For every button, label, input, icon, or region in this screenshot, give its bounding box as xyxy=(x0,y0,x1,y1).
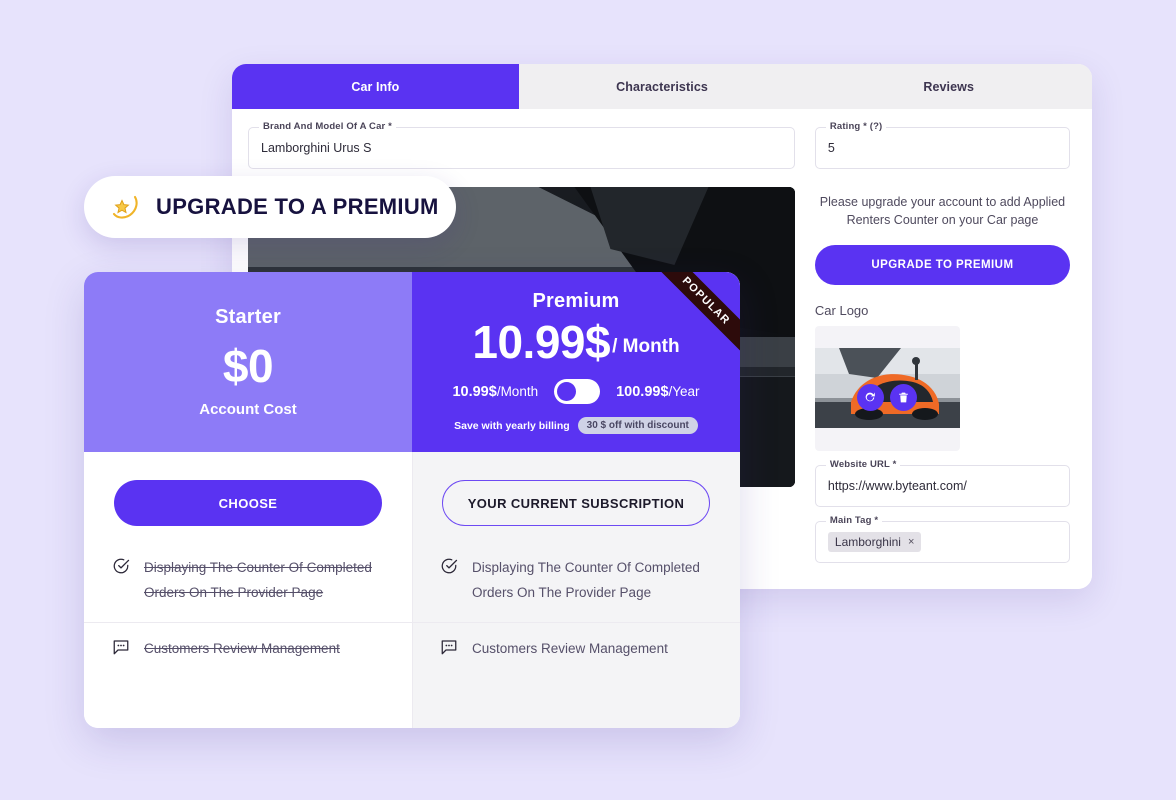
main-tag-field[interactable]: Main Tag * Lamborghini × xyxy=(814,515,1070,564)
yearly-amount: 100.99$ xyxy=(616,383,669,400)
plan-premium-price: 10.99$ xyxy=(472,316,611,368)
plan-premium-header: POPULAR Premium 10.99$ / Month 10.99$/Mo… xyxy=(412,272,740,452)
monthly-price-label: 10.99$/Month xyxy=(452,384,538,400)
chat-bubble-icon xyxy=(112,638,130,656)
refresh-icon xyxy=(866,392,876,402)
toggle-knob xyxy=(557,382,577,401)
current-subscription-button[interactable]: YOUR CURRENT SUBSCRIPTION xyxy=(442,480,710,526)
save-row: Save with yearly billing 30 $ off with d… xyxy=(454,417,698,434)
feature-row: Displaying The Counter Of Completed Orde… xyxy=(412,550,740,622)
tab-reviews-label: Reviews xyxy=(923,79,975,94)
plan-premium-name: Premium xyxy=(532,290,620,312)
feature-label: Displaying The Counter Of Completed Orde… xyxy=(144,560,372,600)
rating-value: 5 xyxy=(827,141,835,155)
check-circle-icon xyxy=(440,557,458,575)
rating-label: Rating * (?) xyxy=(825,121,887,132)
plan-premium-price-period: / Month xyxy=(612,336,680,357)
plan-starter-cta-wrap: CHOOSE xyxy=(84,452,412,526)
tab-car-info-label: Car Info xyxy=(351,79,400,94)
car-logo-thumbnail xyxy=(814,326,960,452)
check-circle-icon xyxy=(112,557,130,575)
feature-label: Customers Review Management xyxy=(144,640,340,656)
yearly-price-label: 100.99$/Year xyxy=(616,384,699,400)
save-text: Save with yearly billing xyxy=(454,419,570,432)
main-tag-chip[interactable]: Lamborghini × xyxy=(827,532,922,553)
car-logo-label: Car Logo xyxy=(814,303,869,319)
delete-logo-button[interactable] xyxy=(890,384,918,412)
billing-period-toggle[interactable] xyxy=(554,379,601,404)
feature-row: Displaying The Counter Of Completed Orde… xyxy=(84,550,412,622)
plan-premium-cta-wrap: YOUR CURRENT SUBSCRIPTION xyxy=(412,452,740,526)
plan-card-premium: POPULAR Premium 10.99$ / Month 10.99$/Mo… xyxy=(412,272,740,728)
refresh-logo-button[interactable] xyxy=(857,384,885,412)
plan-starter-price: $0 xyxy=(222,340,274,392)
feature-label: Displaying The Counter Of Completed Orde… xyxy=(472,560,700,600)
tab-car-info[interactable]: Car Info xyxy=(232,64,519,109)
plan-starter-header: Starter $0 Account Cost xyxy=(84,272,412,452)
plan-divider xyxy=(412,452,413,728)
rating-field[interactable]: Rating * (?) 5 xyxy=(814,121,1070,169)
brand-model-field[interactable]: Brand And Model Of A Car * Lamborghini U… xyxy=(248,121,795,169)
feature-row: Customers Review Management xyxy=(84,621,412,678)
main-tag-remove-icon[interactable]: × xyxy=(908,536,914,548)
tab-characteristics-label: Characteristics xyxy=(616,79,708,94)
choose-button[interactable]: CHOOSE xyxy=(114,480,382,526)
chat-bubble-icon xyxy=(440,638,458,656)
yearly-unit: /Year xyxy=(668,383,700,399)
monthly-amount: 10.99$ xyxy=(452,383,497,400)
brand-model-value: Lamborghini Urus S xyxy=(261,141,372,155)
shooting-star-icon xyxy=(112,195,138,219)
main-tag-chip-label: Lamborghini xyxy=(834,535,901,550)
main-tag-label: Main Tag * xyxy=(825,515,883,527)
upgrade-to-premium-button[interactable]: UPGRADE TO PREMIUM xyxy=(814,245,1070,286)
tab-characteristics[interactable]: Characteristics xyxy=(518,64,806,109)
discount-badge: 30 $ off with discount xyxy=(577,417,698,434)
plan-starter-features: Displaying The Counter Of Completed Orde… xyxy=(84,550,412,678)
plan-card-starter: Starter $0 Account Cost CHOOSE Displayin… xyxy=(84,272,412,728)
upgrade-to-a-premium-banner[interactable]: UPGRADE TO A PREMIUM xyxy=(84,176,456,238)
plan-premium-price-row: 10.99$ / Month xyxy=(472,319,679,365)
tab-reviews[interactable]: Reviews xyxy=(805,64,1092,109)
upgrade-note: Please upgrade your account to add Appli… xyxy=(819,195,1066,228)
plan-starter-price-caption: Account Cost xyxy=(199,401,297,418)
car-logo-actions xyxy=(857,384,918,412)
plan-starter-name: Starter xyxy=(215,306,281,328)
plan-premium-features: Displaying The Counter Of Completed Orde… xyxy=(412,550,740,678)
feature-label: Customers Review Management xyxy=(472,640,668,656)
trash-icon xyxy=(899,392,909,403)
website-url-value: https://www.byteant.com/ xyxy=(827,479,967,494)
feature-row: Customers Review Management xyxy=(412,621,740,678)
page-background: Car Info Characteristics Reviews Brand A… xyxy=(0,0,1176,800)
tab-strip: Car Info Characteristics Reviews xyxy=(232,64,1092,109)
brand-model-label: Brand And Model Of A Car * xyxy=(259,121,396,132)
upgrade-banner-label: UPGRADE TO A PREMIUM xyxy=(156,194,439,219)
billing-toggle-row: 10.99$/Month 100.99$/Year xyxy=(452,379,700,404)
website-url-field[interactable]: Website URL * https://www.byteant.com/ xyxy=(814,459,1070,508)
website-url-label: Website URL * xyxy=(825,459,901,471)
monthly-unit: /Month xyxy=(496,383,539,399)
form-right-column: Rating * (?) 5 Please upgrade your accou… xyxy=(814,121,1070,589)
pricing-panel: Starter $0 Account Cost CHOOSE Displayin… xyxy=(84,272,740,728)
